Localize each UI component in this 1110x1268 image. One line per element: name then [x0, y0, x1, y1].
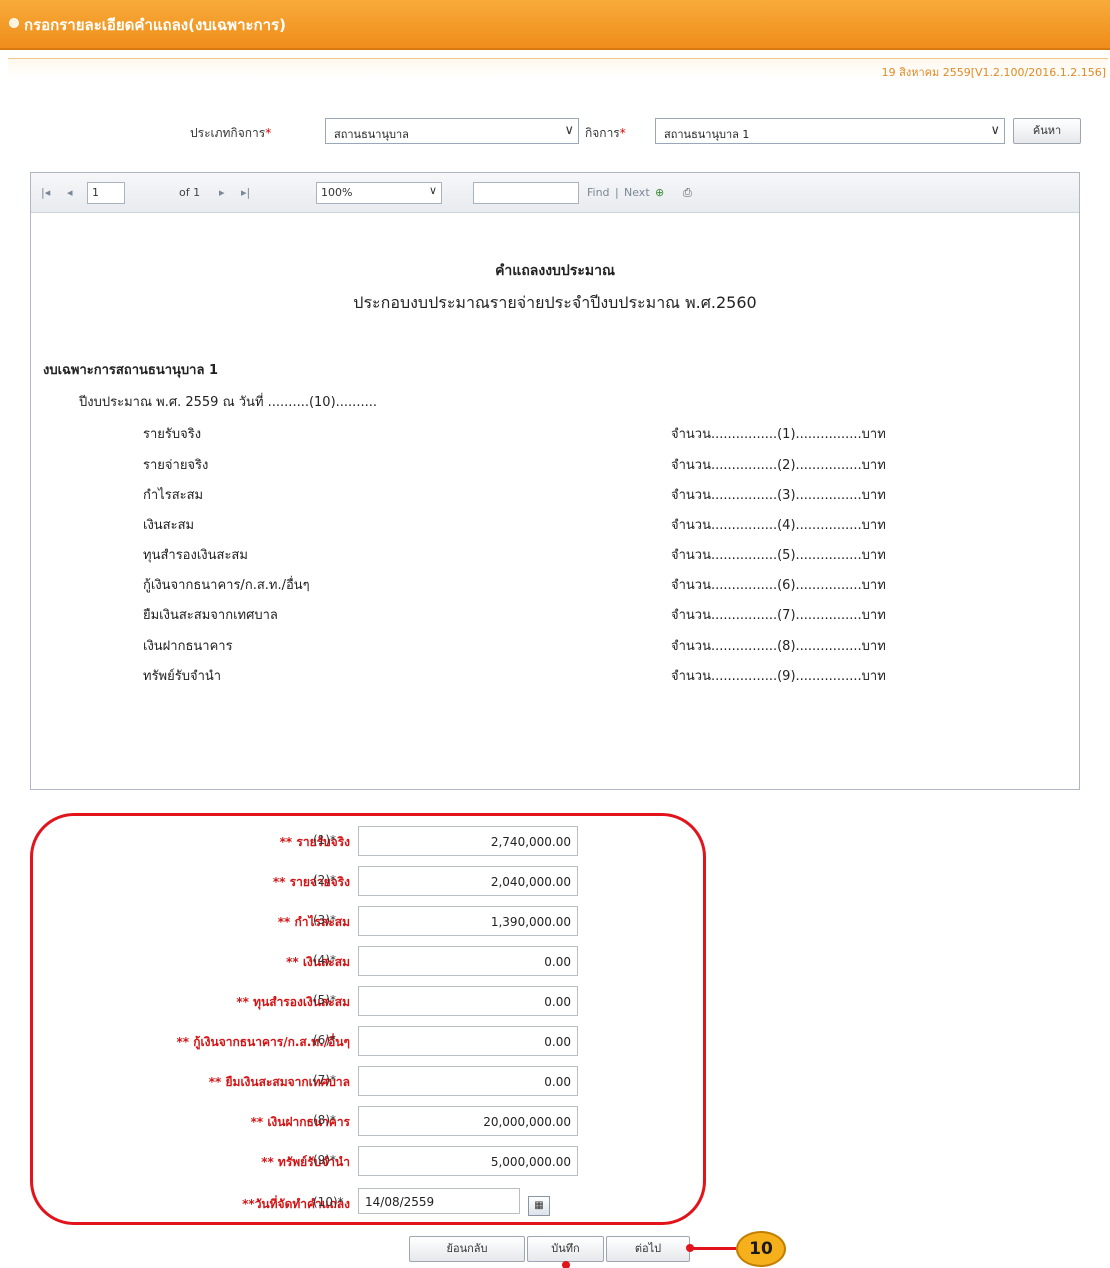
business-select[interactable]: สถานธนานุบาล 1 ∨ — [655, 118, 1005, 144]
chevron-down-icon: ∨ — [428, 184, 437, 197]
viewer-toolbar: |◂ ◂ 1 of 1 ▸ ▸| 100% ∨ Find | Next ⊕ ⎙ — [31, 173, 1079, 213]
page-number-input[interactable]: 1 — [87, 182, 125, 204]
prev-page-icon[interactable]: ◂ — [67, 186, 73, 199]
save-button[interactable]: บันทึก — [527, 1236, 604, 1262]
calendar-icon[interactable]: ▦ — [528, 1196, 550, 1216]
loan-input[interactable]: 0.00 — [358, 1026, 578, 1056]
field-number: (3)* — [313, 913, 336, 927]
title-bar: กรอกรายละเอียดคำแถลง(งบเฉพาะการ) — [0, 0, 1110, 50]
page-count: of 1 — [179, 186, 201, 199]
first-page-icon[interactable]: |◂ — [41, 186, 50, 199]
print-icon[interactable]: ⎙ — [683, 186, 692, 200]
bank-deposit-input[interactable]: 20,000,000.00 — [358, 1106, 578, 1136]
report-subtitle: ประกอบงบประมาณรายจ่ายประจำปีงบประมาณ พ.ศ… — [353, 293, 757, 312]
version-text: 19 สิงหาคม 2559[V1.2.100/2016.1.2.156] — [881, 66, 1106, 79]
form-row-4: ** เงินสะสม (4)* 0.00 — [0, 946, 1110, 976]
marker-dot-icon — [562, 1261, 570, 1268]
form-row-8: ** เงินฝากธนาคาร (8)* 20,000,000.00 — [0, 1106, 1110, 1136]
report-row: กำไรสะสม จำนวน................(3)........… — [143, 488, 886, 503]
report-row: เงินฝากธนาคาร จำนวน................(8)...… — [143, 639, 886, 654]
expense-input[interactable]: 2,040,000.00 — [358, 866, 578, 896]
report-dateline: ปีงบประมาณ พ.ศ. 2559 ณ วันที่ ..........… — [79, 395, 377, 410]
report-section: งบเฉพาะการสถานธนานุบาล 1 — [43, 363, 218, 378]
report-row: รายจ่ายจริง จำนวน................(2).....… — [143, 458, 886, 473]
report-row: กู้เงินจากธนาคาร/ก.ส.ท./อื่นๆ จำนวน......… — [143, 578, 886, 593]
report-row: เงินสะสม จำนวน................(4)........… — [143, 518, 886, 533]
search-button[interactable]: ค้นหา — [1013, 118, 1081, 144]
field-number: (7)* — [313, 1073, 336, 1087]
business-label: กิจการ* — [585, 126, 626, 140]
step-callout: 10 — [736, 1231, 786, 1267]
field-number: (1)* — [313, 833, 336, 847]
chevron-down-icon: ∨ — [564, 123, 574, 138]
accumulated-fund-input[interactable]: 0.00 — [358, 946, 578, 976]
report-row: ทรัพย์รับจำนำ จำนวน................(9)...… — [143, 669, 886, 684]
report-title: คำแถลงงบประมาณ — [495, 263, 615, 279]
type-label: ประเภทกิจการ* — [190, 126, 272, 140]
form-row-2: ** รายจ่ายจริง (2)* 2,040,000.00 — [0, 866, 1110, 896]
form-row-10: **วันที่จัดทำคำแถลง (10)* 14/08/2559 — [0, 1188, 1110, 1218]
field-label: ** รายจ่ายจริง — [272, 875, 350, 889]
next-page-icon[interactable]: ▸ — [219, 186, 225, 199]
field-number: (10)* — [313, 1195, 344, 1209]
type-select[interactable]: สถานธนานุบาล ∨ — [325, 118, 579, 144]
version-bar: 19 สิงหาคม 2559[V1.2.100/2016.1.2.156] — [8, 58, 1108, 80]
field-number: (9)* — [313, 1153, 336, 1167]
export-icon[interactable]: ⊕ — [655, 186, 664, 199]
form-row-9: ** ทรัพย์รับจำนำ (9)* 5,000,000.00 — [0, 1146, 1110, 1176]
report-row: รายรับจริง จำนวน................(1)......… — [143, 427, 886, 442]
next-button[interactable]: ต่อไป — [606, 1236, 690, 1262]
page-title: กรอกรายละเอียดคำแถลง(งบเฉพาะการ) — [24, 16, 286, 34]
find-input[interactable] — [473, 182, 579, 204]
callout-line — [690, 1247, 736, 1250]
pawned-property-input[interactable]: 5,000,000.00 — [358, 1146, 578, 1176]
reserve-fund-input[interactable]: 0.00 — [358, 986, 578, 1016]
form-row-7: ** ยืมเงินสะสมจากเทศบาล (7)* 0.00 — [0, 1066, 1110, 1096]
date-input[interactable]: 14/08/2559 — [358, 1188, 520, 1214]
municipal-borrow-input[interactable]: 0.00 — [358, 1066, 578, 1096]
field-number: (4)* — [313, 953, 336, 967]
report-viewer: |◂ ◂ 1 of 1 ▸ ▸| 100% ∨ Find | Next ⊕ ⎙ ค… — [30, 172, 1080, 790]
field-number: (5)* — [313, 993, 336, 1007]
field-label: ** ทรัพย์รับจำนำ — [261, 1155, 350, 1169]
find-link[interactable]: Find — [587, 186, 610, 199]
income-input[interactable]: 2,740,000.00 — [358, 826, 578, 856]
field-number: (8)* — [313, 1113, 336, 1127]
field-number: (6)* — [313, 1033, 336, 1047]
form-row-6: ** กู้เงินจากธนาคาร/ก.ส.ท./อื่นๆ (6)* 0.… — [0, 1026, 1110, 1056]
toolbar-separator: | — [615, 186, 619, 199]
report-row: ยืมเงินสะสมจากเทศบาล จำนวน...............… — [143, 608, 886, 623]
back-button[interactable]: ย้อนกลับ — [409, 1236, 525, 1262]
next-link[interactable]: Next — [624, 186, 650, 199]
form-row-3: ** กำไรสะสม (3)* 1,390,000.00 — [0, 906, 1110, 936]
form-row-1: ** รายรับจริง (1)* 2,740,000.00 — [0, 826, 1110, 856]
form-row-5: ** ทุนสำรองเงินสะสม (5)* 0.00 — [0, 986, 1110, 1016]
last-page-icon[interactable]: ▸| — [241, 186, 250, 199]
chevron-down-icon: ∨ — [990, 123, 1000, 138]
zoom-select[interactable]: 100% ∨ — [316, 182, 442, 204]
report-row: ทุนสำรองเงินสะสม จำนวน................(5)… — [143, 548, 886, 563]
field-number: (2)* — [313, 873, 336, 887]
title-bullet-icon — [9, 18, 19, 28]
retained-profit-input[interactable]: 1,390,000.00 — [358, 906, 578, 936]
